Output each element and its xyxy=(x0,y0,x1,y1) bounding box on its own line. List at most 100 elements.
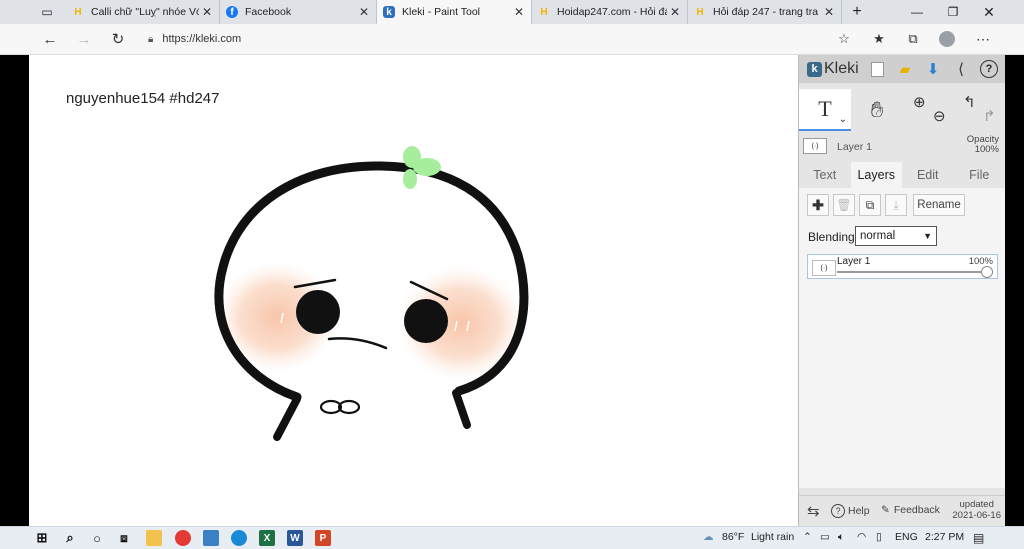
close-tab-icon[interactable]: ✕ xyxy=(199,5,215,19)
hand-tool-icon[interactable]: ✋︎ xyxy=(851,89,903,131)
close-tab-icon[interactable]: ✕ xyxy=(667,5,683,19)
duplicate-layer-button[interactable]: ⧉ xyxy=(859,194,881,216)
right-arm xyxy=(452,389,471,429)
browser-tab-1[interactable]: H Calli chữ "Luỵ" nhóe Với c ✕ xyxy=(66,0,220,24)
windows-start-icon[interactable]: ⊞ xyxy=(34,530,50,546)
rename-button[interactable]: Rename xyxy=(913,194,965,216)
pencil-icon: ✎ xyxy=(881,504,890,516)
panel-tabs: Text Layers Edit File xyxy=(799,162,1005,188)
left-border xyxy=(0,55,29,526)
drawing-canvas[interactable]: nguyenhue154 #hd247 xyxy=(29,55,798,526)
new-tab-button[interactable]: + xyxy=(842,0,872,24)
add-favorite-icon[interactable]: ☆ xyxy=(834,29,854,49)
kleki-logo[interactable]: k Kleki xyxy=(807,60,859,78)
more-menu-icon[interactable]: ⋯ xyxy=(973,29,993,49)
open-folder-icon[interactable]: ▰ xyxy=(895,59,915,79)
monitor-app-icon[interactable] xyxy=(203,530,219,546)
kleki-side-panel: k Kleki ▰ ⬇ ⟨ ? T ⌄ ✋︎ ⊕ ⊖ ↰ ↱ (·) Layer … xyxy=(798,55,1005,526)
weather-text[interactable]: Light rain xyxy=(751,531,794,543)
profile-avatar[interactable] xyxy=(937,29,957,49)
file-explorer-icon[interactable] xyxy=(146,530,162,546)
sprout-leaf xyxy=(403,169,417,189)
task-view-icon[interactable]: ⧈ xyxy=(116,530,132,546)
favorites-icon[interactable]: ★ xyxy=(869,29,889,49)
layer-thumbnail: (·) xyxy=(812,260,836,276)
app-icon[interactable] xyxy=(175,530,191,546)
hoidap-favicon-icon: H xyxy=(696,6,704,18)
notification-icon[interactable]: ▤ xyxy=(973,531,984,545)
slider-handle[interactable] xyxy=(981,266,993,278)
address-bar: ← → ↻ 🔒︎ https://kleki.com ☆ ★ ⧉ ⋯ xyxy=(0,24,1024,55)
hoidap-favicon-icon: H xyxy=(540,6,548,18)
tab-text[interactable]: Text xyxy=(799,162,851,188)
clock[interactable]: 2:27 PM xyxy=(925,531,964,543)
language-indicator[interactable]: ENG xyxy=(895,531,918,543)
excel-icon[interactable]: X xyxy=(259,530,275,546)
powerpoint-icon[interactable]: P xyxy=(315,530,331,546)
show-hidden-icons[interactable]: ⌃ xyxy=(803,531,812,543)
tab-title: Kleki - Paint Tool xyxy=(402,6,481,18)
close-tab-icon[interactable]: ✕ xyxy=(356,5,372,19)
kleki-logo-icon: k xyxy=(807,61,822,77)
word-icon[interactable]: W xyxy=(287,530,303,546)
weather-temp[interactable]: 86°F xyxy=(722,531,744,543)
blending-select[interactable]: normal ▼ xyxy=(855,226,937,246)
browser-tab-3[interactable]: k Kleki - Paint Tool ✕ xyxy=(377,0,532,24)
browser-tab-5[interactable]: H Hỏi đáp 247 - trang tra lời ✕ xyxy=(688,0,842,24)
text-tool-button[interactable]: T ⌄ xyxy=(799,89,851,131)
panel-footer: ⇆ ? Help ✎ Feedback updated 2021-06-16 xyxy=(799,495,1005,527)
opacity-indicator: Opacity 100% xyxy=(966,134,999,155)
blending-label: Blending xyxy=(808,230,855,244)
network-icon[interactable]: ▯ xyxy=(876,531,882,543)
browser-tab-2[interactable]: f Facebook ✕ xyxy=(220,0,377,24)
minimize-icon[interactable]: — xyxy=(900,0,934,24)
share-icon[interactable]: ⟨ xyxy=(951,59,971,79)
right-border xyxy=(1005,55,1024,526)
restore-icon[interactable]: ❐ xyxy=(936,0,970,24)
merge-down-button[interactable]: ⤓ xyxy=(885,194,907,216)
zoom-in-icon[interactable]: ⊕ xyxy=(913,93,926,111)
url-field[interactable]: 🔒︎ https://kleki.com xyxy=(148,29,241,49)
download-icon[interactable]: ⬇ xyxy=(923,59,943,79)
close-window-icon[interactable]: ✕ xyxy=(972,0,1006,24)
edge-browser-icon[interactable] xyxy=(231,530,247,546)
chevron-down-icon[interactable]: ⌄ xyxy=(839,114,847,125)
battery-icon[interactable]: ▭ xyxy=(820,531,830,543)
layer-item-opacity: 100% xyxy=(968,256,993,267)
help-button[interactable]: ? Help xyxy=(831,504,870,518)
lock-icon: 🔒︎ xyxy=(148,33,154,45)
tab-file[interactable]: File xyxy=(954,162,1006,188)
tab-layers[interactable]: Layers xyxy=(850,162,902,188)
zoom-out-icon[interactable]: ⊖ xyxy=(933,107,946,125)
windows-taskbar: ⊞ ⌕ ○ ⧈ X W P ☁︎ 86°F Light rain ⌃ ▭ 🔈︎ … xyxy=(0,526,1024,549)
undo-redo-buttons: ↰ ↱ xyxy=(955,89,1007,131)
search-icon[interactable]: ⌕ xyxy=(62,530,78,546)
close-tab-icon[interactable]: ✕ xyxy=(511,5,527,19)
redo-icon[interactable]: ↱ xyxy=(983,107,996,125)
browser-tab-4[interactable]: H Hoidap247.com - Hỏi đáp ✕ xyxy=(532,0,688,24)
wifi-icon[interactable]: ◠ xyxy=(857,531,866,543)
layers-panel: ✚ 🗑︎ ⧉ ⤓ Rename Blending normal ▼ (·) La… xyxy=(799,188,1005,488)
help-circle-icon[interactable]: ? xyxy=(979,59,999,79)
new-image-icon[interactable] xyxy=(867,59,887,79)
add-layer-button[interactable]: ✚ xyxy=(807,194,829,216)
tab-edit[interactable]: Edit xyxy=(902,162,954,188)
undo-icon[interactable]: ↰ xyxy=(963,93,976,111)
right-eye xyxy=(404,299,448,343)
layer-list-item[interactable]: (·) Layer 1 100% xyxy=(807,254,998,279)
collections-icon[interactable]: ⧉ xyxy=(903,29,923,49)
volume-icon[interactable]: 🔈︎ xyxy=(838,531,844,544)
back-icon[interactable]: ← xyxy=(38,28,62,50)
feedback-button[interactable]: ✎ Feedback xyxy=(881,504,940,516)
refresh-icon[interactable]: ↻ xyxy=(106,28,130,50)
tab-title: Calli chữ "Luỵ" nhóe Với c xyxy=(91,6,199,18)
forward-icon[interactable]: → xyxy=(72,28,96,50)
swap-sides-icon[interactable]: ⇆ xyxy=(807,502,820,520)
layer-opacity-slider[interactable] xyxy=(837,271,987,273)
delete-layer-button[interactable]: 🗑︎ xyxy=(833,194,855,216)
facebook-favicon-icon: f xyxy=(226,6,238,18)
layer-item-name: Layer 1 xyxy=(837,256,871,267)
tab-actions-icon[interactable]: ▭ xyxy=(32,0,62,24)
cortana-icon[interactable]: ○ xyxy=(89,530,105,546)
close-tab-icon[interactable]: ✕ xyxy=(821,5,837,19)
